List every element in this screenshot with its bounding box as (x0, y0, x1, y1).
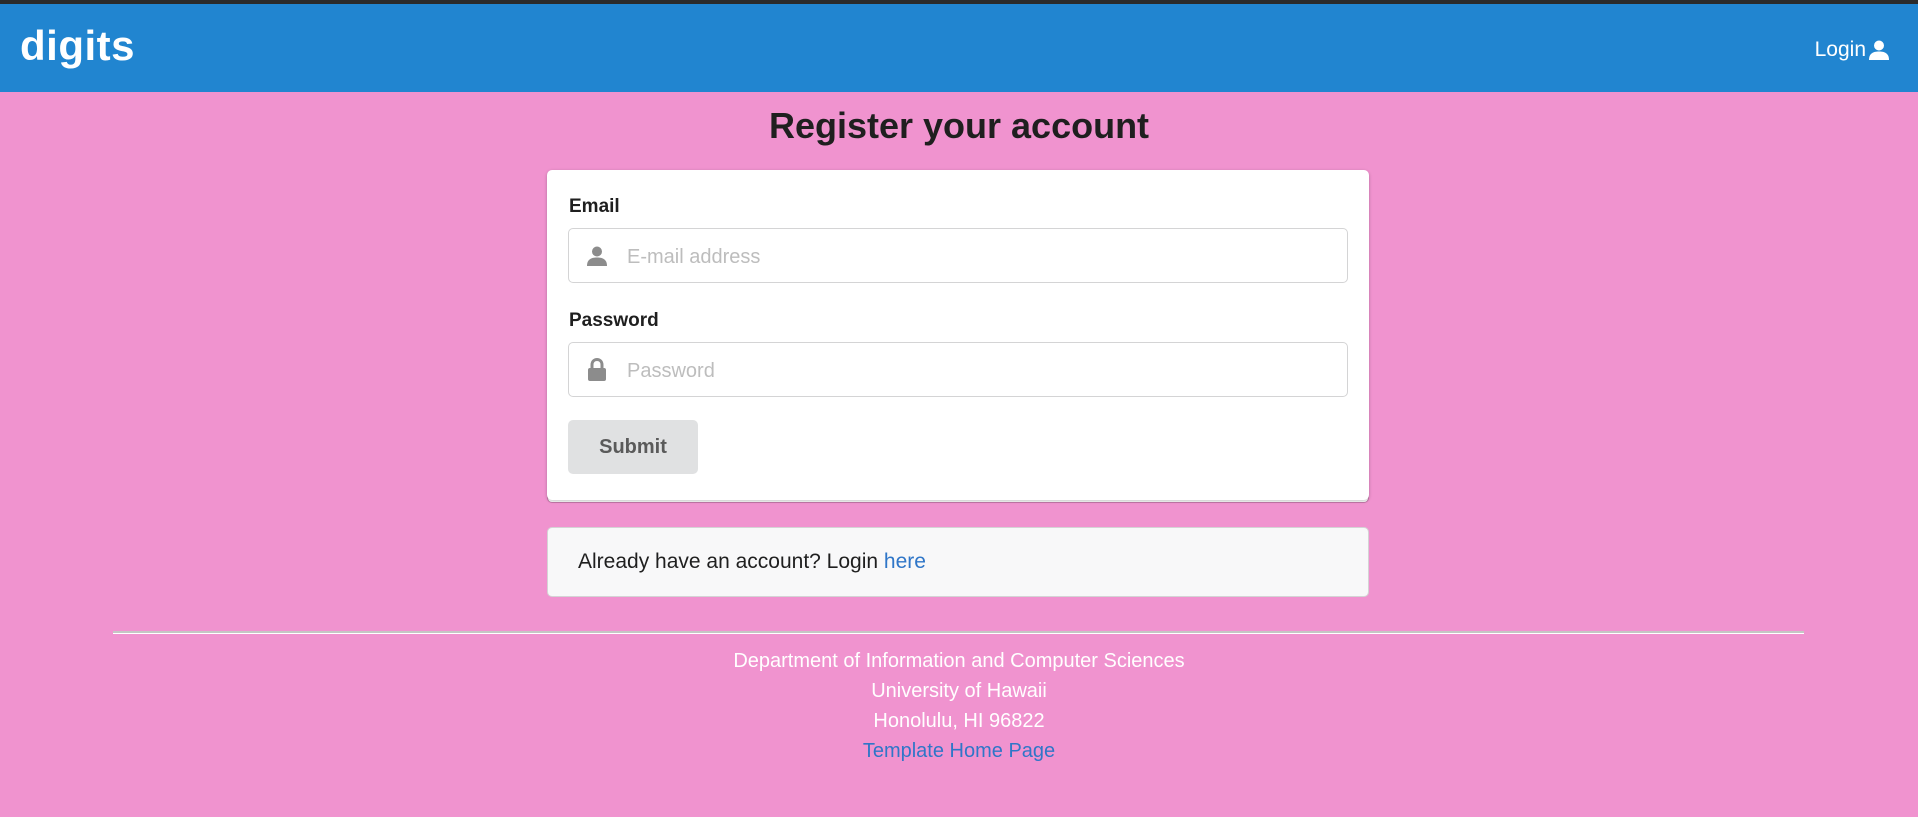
navbar: digits Login (0, 4, 1918, 92)
email-input[interactable] (625, 237, 1329, 277)
register-form: Email Password Submit (547, 170, 1369, 500)
page-title: Register your account (768, 105, 1150, 146)
login-message: Already have an account? Login here (547, 527, 1369, 597)
login-message-text: Already have an account? Login here (578, 550, 926, 574)
footer-department: Department of Information and Computer S… (733, 650, 1185, 672)
footer-divider (113, 631, 1804, 634)
email-label: Email (569, 196, 620, 217)
password-label: Password (569, 310, 659, 331)
footer: Department of Information and Computer S… (0, 646, 1918, 766)
login-label[interactable]: Login (1815, 38, 1866, 62)
brand-logo[interactable]: digits (20, 22, 135, 70)
footer-address: Honolulu, HI 96822 (873, 710, 1045, 732)
message-text: Already have an account? Login (578, 550, 884, 573)
template-home-link[interactable]: Template Home Page (863, 740, 1055, 762)
user-icon (1868, 39, 1890, 61)
password-field-wrapper[interactable] (568, 342, 1348, 397)
lock-icon (585, 358, 609, 381)
footer-university: University of Hawaii (871, 680, 1047, 702)
login-menu[interactable]: Login (1815, 38, 1890, 62)
submit-button[interactable]: Submit (568, 420, 698, 474)
login-here-link[interactable]: here (884, 550, 926, 573)
email-field-wrapper[interactable] (568, 228, 1348, 283)
password-input[interactable] (625, 351, 1329, 391)
user-icon (585, 245, 609, 267)
